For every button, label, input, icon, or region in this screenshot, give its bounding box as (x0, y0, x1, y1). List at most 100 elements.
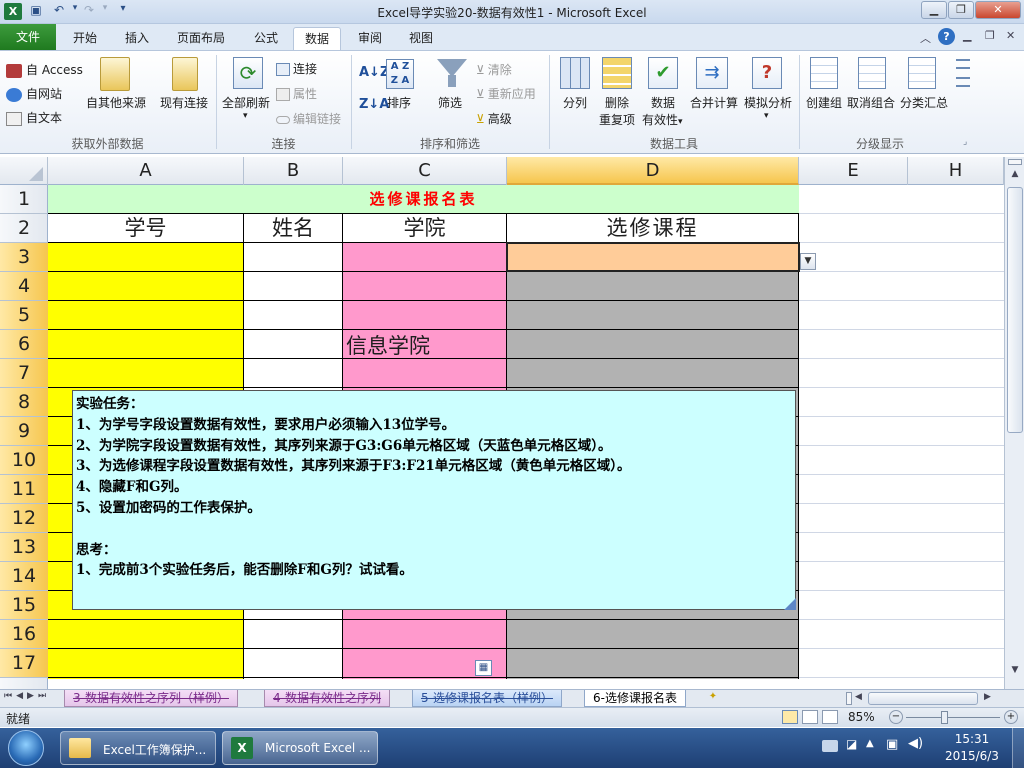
tab-insert[interactable]: 插入 (114, 27, 160, 50)
doc-minimize-icon[interactable]: ▁ (963, 29, 971, 42)
zoom-slider-track[interactable] (906, 717, 1000, 718)
sort-ascending-icon[interactable]: A↓Z (359, 65, 389, 80)
scroll-down-icon[interactable]: ▼ (1007, 665, 1023, 681)
what-if-dropdown-icon[interactable]: ▾ (764, 111, 769, 121)
tab-page-layout[interactable]: 页面布局 (166, 27, 236, 50)
header-cell-course[interactable]: 选修课程 (507, 214, 799, 243)
column-header-h[interactable]: H (908, 157, 1004, 185)
clear-button[interactable]: ⊻ 清除 (476, 61, 512, 78)
existing-connections-button[interactable]: 现有连接 (160, 94, 208, 111)
header-cell-college[interactable]: 学院 (343, 214, 507, 243)
vertical-scroll-thumb[interactable] (1007, 187, 1023, 433)
connections-button[interactable]: 连接 (276, 60, 317, 77)
scroll-left-icon[interactable]: ◀ (855, 692, 862, 702)
sort-button[interactable]: 排序 (387, 94, 411, 111)
data-validation-button[interactable]: 数据 (651, 94, 675, 111)
column-header-a[interactable]: A (48, 157, 244, 185)
ungroup-button[interactable]: 取消组合 (847, 94, 895, 111)
sheet-tab-6-active[interactable]: 6-选修课报名表 (584, 690, 686, 707)
reapply-button[interactable]: ⊻ 重新应用 (476, 85, 536, 102)
restore-button[interactable]: ❐ (948, 1, 974, 19)
refresh-dropdown-icon[interactable]: ▾ (243, 111, 248, 121)
tab-view[interactable]: 视图 (398, 27, 444, 50)
header-cell-name[interactable]: 姓名 (244, 214, 343, 243)
header-cell-student-id[interactable]: 学号 (48, 214, 244, 243)
row-header[interactable]: 13 (0, 533, 48, 562)
row-header[interactable]: 4 (0, 272, 48, 301)
subtotal-button[interactable]: 分类汇总 (900, 94, 948, 111)
properties-button[interactable]: 属性 (276, 85, 317, 102)
taskbar-item-folder[interactable]: Excel工作簿保护... (60, 731, 216, 765)
help-icon[interactable]: ? (938, 28, 955, 45)
normal-view-icon[interactable] (782, 710, 798, 724)
doc-restore-icon[interactable]: ❐ (985, 29, 995, 42)
group-button[interactable]: 创建组 (806, 94, 842, 111)
what-if-button[interactable]: 模拟分析 (744, 94, 792, 111)
sheet-title-cell[interactable]: 选修课报名表 (48, 185, 799, 214)
start-button-icon[interactable] (8, 730, 44, 766)
show-detail-icon[interactable] (956, 59, 970, 69)
comment-box[interactable]: 实验任务： 1、为学号字段设置数据有效性，要求用户必须输入13位学号。 2、为学… (72, 390, 796, 610)
page-layout-view-icon[interactable] (802, 710, 818, 724)
validation-dropdown-icon[interactable]: ▾ (678, 117, 683, 127)
minimize-button[interactable]: ▁ (921, 1, 947, 19)
from-text-button[interactable]: 自文本 (6, 109, 62, 126)
outline-dialog-launcher-icon[interactable]: ⌟ (963, 137, 967, 147)
tab-home[interactable]: 开始 (62, 27, 108, 50)
keyboard-icon[interactable] (822, 740, 838, 752)
row-header[interactable]: 10 (0, 446, 48, 475)
sheet-tab-4[interactable]: 4-数据有效性之序列 (264, 690, 390, 707)
scroll-up-icon[interactable]: ▲ (1007, 169, 1023, 185)
tab-file[interactable]: 文件 (0, 24, 56, 50)
close-button[interactable]: ✕ (975, 1, 1021, 19)
row-header[interactable]: 9 (0, 417, 48, 446)
zoom-slider-thumb[interactable] (941, 711, 948, 724)
sheet-nav-icons[interactable]: ⏮◀▶⏭ (4, 691, 50, 701)
action-center-icon[interactable]: ◪ (846, 737, 857, 751)
select-all-button[interactable] (0, 157, 48, 185)
clock-date[interactable]: 2015/6/3 (938, 749, 1006, 763)
row-header[interactable]: 2 (0, 214, 48, 243)
row-header[interactable]: 15 (0, 591, 48, 620)
row-header[interactable]: 11 (0, 475, 48, 504)
tab-review[interactable]: 审阅 (347, 27, 393, 50)
row-header[interactable]: 8 (0, 388, 48, 417)
network-icon[interactable]: ▣ (886, 737, 898, 752)
horizontal-scroll-thumb[interactable] (868, 692, 978, 705)
volume-icon[interactable]: ◀) (908, 736, 923, 751)
vertical-scrollbar[interactable]: ▲ ▼ (1004, 157, 1024, 689)
zoom-in-icon[interactable]: + (1004, 710, 1018, 724)
row-header[interactable]: 12 (0, 504, 48, 533)
sort-descending-icon[interactable]: Z↓A (359, 97, 389, 112)
column-header-c[interactable]: C (343, 157, 507, 185)
cell-c6[interactable]: 信息学院 (346, 332, 430, 361)
edit-links-button[interactable]: 编辑链接 (276, 110, 341, 127)
taskbar-item-excel[interactable]: X Microsoft Excel ... (222, 731, 378, 765)
row-header[interactable]: 14 (0, 562, 48, 591)
row-header[interactable]: 7 (0, 359, 48, 388)
doc-close-icon[interactable]: ✕ (1006, 29, 1015, 42)
row-header[interactable]: 5 (0, 301, 48, 330)
validation-dropdown-arrow-icon[interactable]: ▼ (800, 253, 816, 270)
refresh-all-button[interactable]: 全部刷新 (222, 94, 270, 111)
insert-sheet-icon[interactable]: ✦ (704, 691, 722, 705)
clock-time[interactable]: 15:31 (944, 732, 1000, 746)
from-web-button[interactable]: 自网站 (6, 85, 62, 102)
row-header[interactable]: 16 (0, 620, 48, 649)
collapse-ribbon-icon[interactable]: ︿ (920, 30, 931, 46)
consolidate-button[interactable]: 合并计算 (690, 94, 738, 111)
page-break-view-icon[interactable] (822, 710, 838, 724)
tab-formulas[interactable]: 公式 (243, 27, 289, 50)
tab-data[interactable]: 数据 (293, 27, 342, 50)
column-header-e[interactable]: E (799, 157, 908, 185)
column-header-d[interactable]: D (507, 157, 799, 185)
hide-detail-icon[interactable] (956, 77, 970, 87)
show-hidden-icons[interactable]: ▲ (866, 738, 874, 749)
sheet-tab-5[interactable]: 5-选修课报名表（样例） (412, 690, 562, 707)
filter-button[interactable]: 筛选 (438, 94, 462, 111)
zoom-out-icon[interactable]: − (889, 710, 903, 724)
row-header[interactable]: 3 (0, 243, 48, 272)
other-sources-button[interactable]: 自其他来源 (86, 94, 146, 111)
from-access-button[interactable]: 自 Access (6, 61, 83, 78)
advanced-filter-button[interactable]: ⊻ 高级 (476, 110, 512, 127)
